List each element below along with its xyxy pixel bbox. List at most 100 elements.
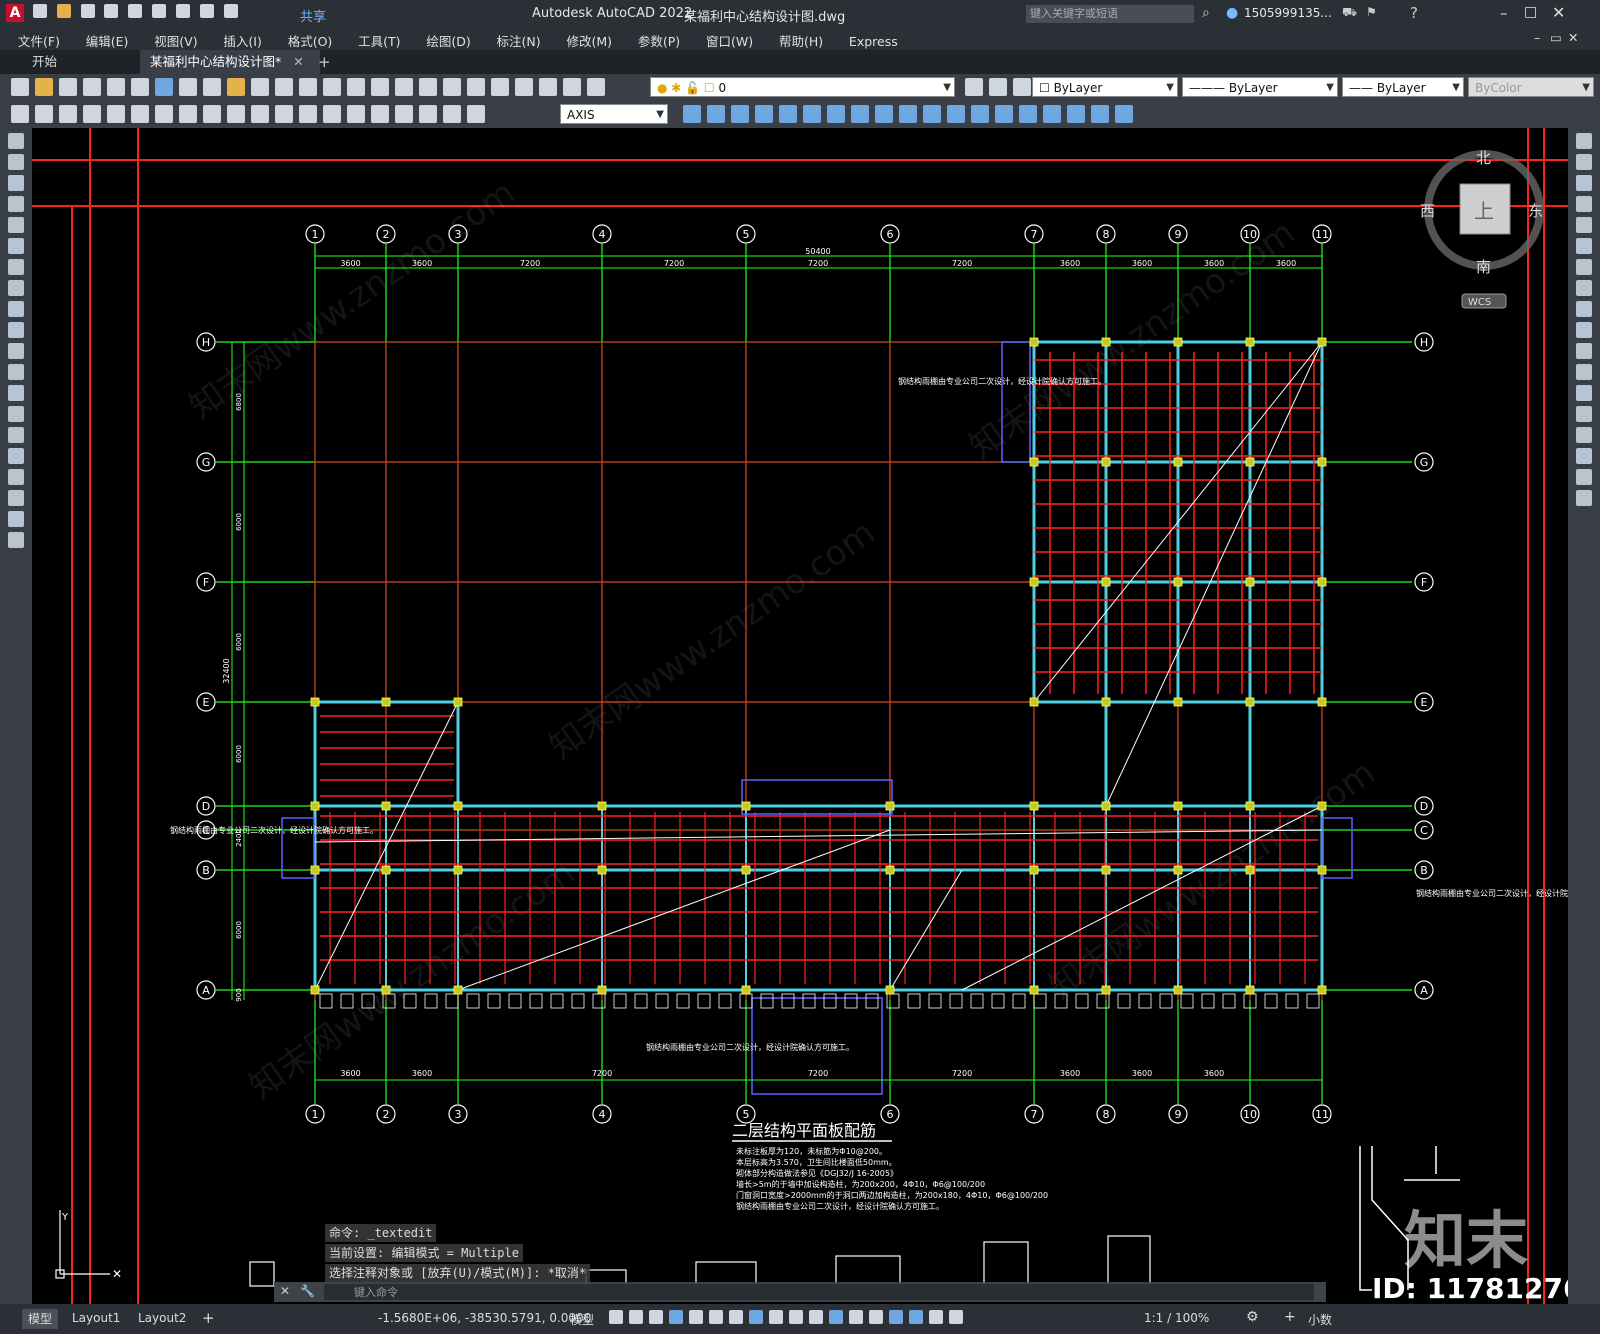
construction-line-icon[interactable] xyxy=(8,154,24,170)
cylinder-icon[interactable] xyxy=(803,105,821,123)
presspull-icon[interactable] xyxy=(923,105,941,123)
doc-minimize-icon[interactable]: – xyxy=(1534,30,1540,45)
join-icon[interactable] xyxy=(1576,406,1592,422)
ellipse-arc-icon[interactable] xyxy=(8,343,24,359)
sheet-set-icon[interactable] xyxy=(515,78,533,96)
new-tab-icon[interactable]: + xyxy=(308,50,341,74)
chamfer-icon[interactable] xyxy=(1576,427,1592,443)
mtext-icon[interactable] xyxy=(8,511,24,527)
open-icon[interactable] xyxy=(56,4,71,18)
publish-icon[interactable] xyxy=(131,78,149,96)
pan-icon[interactable] xyxy=(347,78,365,96)
gradient-icon[interactable] xyxy=(8,448,24,464)
open-web-icon[interactable] xyxy=(128,4,143,18)
scale-icon[interactable] xyxy=(1576,280,1592,296)
spline-icon[interactable] xyxy=(8,301,24,317)
zoom-previous-icon[interactable] xyxy=(419,78,437,96)
close-icon[interactable]: ✕ xyxy=(1552,3,1565,22)
coordinates-readout[interactable]: -1.5680E+06, -38530.5791, 0.0000 xyxy=(378,1311,591,1325)
dim-text-edit-icon[interactable] xyxy=(443,105,461,123)
new-icon[interactable] xyxy=(33,4,47,18)
maximize-icon[interactable]: □ xyxy=(1524,4,1537,20)
dim-continue-icon[interactable] xyxy=(251,105,269,123)
lineweight-dropdown[interactable]: —— ByLayer ▼ xyxy=(1342,77,1464,97)
menu-window[interactable]: 窗口(W) xyxy=(706,34,753,49)
share-button[interactable]: 共享 xyxy=(300,6,326,25)
dim-baseline-icon[interactable] xyxy=(227,105,245,123)
search-icon[interactable]: ⌕ xyxy=(1202,5,1210,21)
command-customize-icon[interactable]: 🔧 xyxy=(300,1284,315,1298)
menu-express[interactable]: Express xyxy=(849,34,898,49)
break-icon[interactable] xyxy=(1576,385,1592,401)
annotation-visibility-icon[interactable] xyxy=(909,1310,923,1324)
mirror-icon[interactable] xyxy=(1576,175,1592,191)
explode-icon[interactable] xyxy=(1576,490,1592,506)
autodesk-app-icon[interactable]: ⚑ xyxy=(1366,5,1377,19)
tool-palettes-icon[interactable] xyxy=(491,78,509,96)
union-icon[interactable] xyxy=(1019,105,1037,123)
subtract-icon[interactable] xyxy=(1043,105,1061,123)
block-editor-icon[interactable] xyxy=(275,78,293,96)
menu-tools[interactable]: 工具(T) xyxy=(358,34,400,49)
workspace-gear-icon[interactable]: ⚙ xyxy=(1246,1309,1259,1325)
insert-block-icon[interactable] xyxy=(8,364,24,380)
ortho-icon[interactable] xyxy=(669,1310,683,1324)
dim-edit-icon[interactable] xyxy=(419,105,437,123)
save-web-icon[interactable] xyxy=(152,4,167,18)
move-icon[interactable] xyxy=(1576,238,1592,254)
viewcube[interactable]: 上 北 南 东 西 WCS xyxy=(1420,149,1544,309)
save-as-icon[interactable] xyxy=(104,4,119,18)
quickcalc-icon[interactable] xyxy=(563,78,581,96)
qnew-icon[interactable] xyxy=(11,78,29,96)
extend-icon[interactable] xyxy=(1576,343,1592,359)
layer-previous-icon[interactable] xyxy=(989,78,1007,96)
pyramid-icon[interactable] xyxy=(851,105,869,123)
quick-dim-icon[interactable] xyxy=(203,105,221,123)
user-name[interactable]: 1505999135... xyxy=(1244,6,1332,20)
blend-icon[interactable] xyxy=(1576,469,1592,485)
offset-icon[interactable] xyxy=(1576,196,1592,212)
snap-icon[interactable] xyxy=(629,1310,643,1324)
match-prop-icon[interactable] xyxy=(251,78,269,96)
user-icon[interactable]: ● xyxy=(1226,5,1238,21)
dim-diameter-icon[interactable] xyxy=(155,105,173,123)
isodraft-icon[interactable] xyxy=(709,1310,723,1324)
planar-surface-icon[interactable] xyxy=(875,105,893,123)
box-icon[interactable] xyxy=(707,105,725,123)
table-icon[interactable] xyxy=(8,490,24,506)
stretch-icon[interactable] xyxy=(1576,301,1592,317)
doc-restore-icon[interactable]: ▭ xyxy=(1550,30,1562,45)
center-mark-icon[interactable] xyxy=(347,105,365,123)
3d-dwf-icon[interactable] xyxy=(155,78,173,96)
point-icon[interactable] xyxy=(8,406,24,422)
menu-draw[interactable]: 绘图(D) xyxy=(426,34,470,49)
tolerance-icon[interactable] xyxy=(323,105,341,123)
menu-help[interactable]: 帮助(H) xyxy=(779,34,823,49)
dim-radius-icon[interactable] xyxy=(107,105,125,123)
fillet-icon[interactable] xyxy=(1576,448,1592,464)
menu-dimension[interactable]: 标注(N) xyxy=(497,34,541,49)
linetype-dropdown[interactable]: ——— ByLayer ▼ xyxy=(1182,77,1338,97)
rotate-icon[interactable] xyxy=(1576,259,1592,275)
tab-start[interactable]: 开始 xyxy=(22,50,67,74)
menu-edit[interactable]: 编辑(E) xyxy=(86,34,129,49)
inspect-icon[interactable] xyxy=(371,105,389,123)
annotation-monitor-icon[interactable]: + xyxy=(1284,1309,1296,1325)
arc-icon[interactable] xyxy=(8,238,24,254)
preview-icon[interactable] xyxy=(107,78,125,96)
undo-tool-icon[interactable] xyxy=(299,78,317,96)
loft-icon[interactable] xyxy=(995,105,1013,123)
dim-break-icon[interactable] xyxy=(299,105,317,123)
dynamic-input-icon[interactable] xyxy=(649,1310,663,1324)
drawing-canvas[interactable]: 知末网www.znzmo.com 知末网www.znzmo.com 知末网www… xyxy=(32,128,1568,1304)
ellipse-icon[interactable] xyxy=(8,322,24,338)
menu-insert[interactable]: 插入(I) xyxy=(223,34,261,49)
cone-icon[interactable] xyxy=(755,105,773,123)
menu-file[interactable]: 文件(F) xyxy=(18,34,60,49)
open-file-icon[interactable] xyxy=(35,78,53,96)
tab-drawing[interactable]: 某福利中心结构设计图* ✕ xyxy=(140,50,320,74)
object-track-icon[interactable] xyxy=(729,1310,743,1324)
break-point-icon[interactable] xyxy=(1576,364,1592,380)
minimize-icon[interactable]: – xyxy=(1500,4,1508,22)
transparency-icon[interactable] xyxy=(789,1310,803,1324)
